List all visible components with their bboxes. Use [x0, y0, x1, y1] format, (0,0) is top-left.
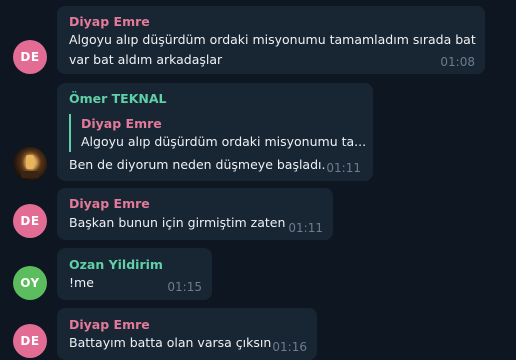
avatar[interactable]: DE	[13, 324, 47, 358]
message-time: 01:16	[272, 340, 307, 354]
message-time: 01:11	[326, 161, 361, 175]
sender-name[interactable]: Ömer TEKNAL	[69, 91, 167, 106]
message-text: Algoyu alıp düşürdüm ordaki misyonumu ta…	[69, 32, 476, 47]
sender-name[interactable]: Diyap Emre	[69, 196, 150, 211]
message-bubble[interactable]: Diyap Emre Başkan bunun için girmiştim z…	[57, 188, 333, 240]
message-text: !me	[69, 275, 94, 290]
message-bubble[interactable]: Diyap Emre Battayım batta olan varsa çık…	[57, 308, 317, 360]
reply-sender-name: Diyap Emre	[81, 116, 162, 131]
reply-quote[interactable]: Diyap Emre Algoyu alıp düşürdüm ordaki m…	[69, 114, 366, 152]
avatar[interactable]: OY	[13, 266, 47, 300]
avatar[interactable]: DE	[13, 204, 47, 238]
avatar-initials: DE	[20, 50, 40, 64]
avatar-initials: OY	[20, 276, 40, 290]
sender-name[interactable]: Diyap Emre	[69, 14, 150, 29]
message-text: Başkan bunun için girmiştim zaten	[69, 215, 286, 230]
user-photo-avatar-icon[interactable]	[13, 147, 47, 181]
avatar[interactable]: DE	[13, 40, 47, 74]
avatar-initials: DE	[20, 214, 40, 228]
message-time: 01:08	[440, 55, 475, 69]
reply-text: Algoyu alıp düşürdüm ordaki misyonumu ta…	[81, 134, 367, 149]
sender-name[interactable]: Ozan Yildirim	[69, 257, 163, 272]
message-time: 01:15	[167, 280, 202, 294]
message-text: Ben de diyorum neden düşmeye başladı.	[69, 157, 326, 172]
message-time: 01:11	[288, 221, 323, 235]
sender-name[interactable]: Diyap Emre	[69, 317, 150, 332]
avatar-initials: DE	[20, 334, 40, 348]
message-bubble[interactable]: Ömer TEKNAL Diyap Emre Algoyu alıp düşür…	[57, 83, 373, 181]
message-bubble[interactable]: Ozan Yildirim !me 01:15	[57, 248, 212, 300]
message-bubble[interactable]: Diyap Emre Algoyu alıp düşürdüm ordaki m…	[57, 6, 485, 74]
message-text: var bat aldım arkadaşlar	[69, 52, 223, 67]
message-text: Battayım batta olan varsa çıksın	[69, 335, 272, 350]
